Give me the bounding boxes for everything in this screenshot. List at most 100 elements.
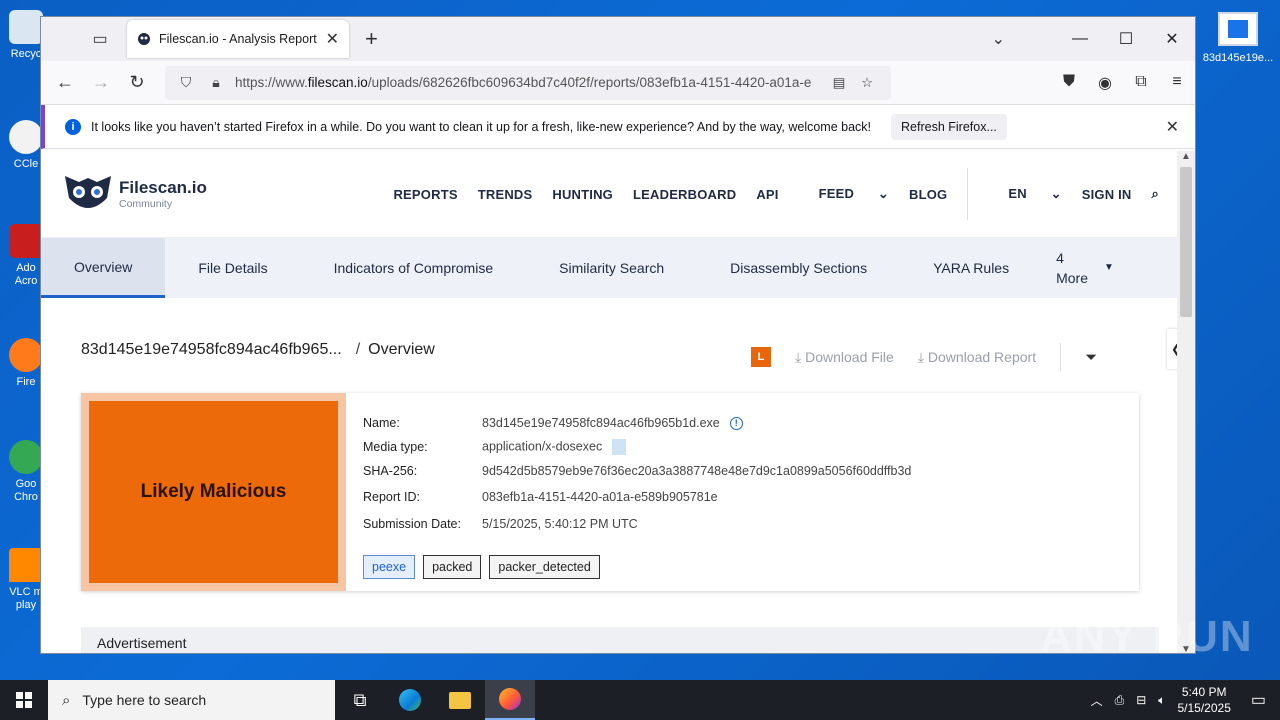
maximize-icon[interactable]: ☐ — [1103, 29, 1149, 49]
task-view-icon[interactable]: ⧉ — [335, 680, 385, 720]
close-window-icon[interactable]: ✕ — [1149, 29, 1195, 49]
page-content: Filescan.io Community REPORTS TRENDS HUN… — [41, 151, 1179, 653]
refresh-firefox-button[interactable]: Refresh Firefox... — [891, 113, 1007, 140]
download-icon: ⤓ — [917, 348, 925, 365]
nav-api[interactable]: API — [756, 187, 778, 202]
url-text[interactable]: https://www.filescan.io/uploads/682626fb… — [235, 75, 825, 90]
nav-trends[interactable]: TRENDS — [478, 187, 533, 202]
nav-blog[interactable]: BLOG — [909, 187, 947, 202]
nav-hunting[interactable]: HUNTING — [552, 187, 613, 202]
nav-leaderboard[interactable]: LEADERBOARD — [633, 187, 736, 202]
pocket-icon[interactable]: ⛊ — [1051, 73, 1087, 93]
main-nav: REPORTS TRENDS HUNTING LEADERBOARD API F… — [373, 168, 1179, 220]
tray-chevron-up-icon[interactable]: ︿ — [1091, 692, 1103, 709]
desktop-file-icon[interactable]: 83d145e19e... — [1200, 12, 1276, 64]
browser-tab[interactable]: Filescan.io - Analysis Report for ✕ — [127, 20, 349, 58]
notification-bar: i It looks like you haven’t started Fire… — [41, 105, 1195, 149]
desktop-label: VLC m play — [9, 586, 43, 611]
nav-reports[interactable]: REPORTS — [393, 187, 457, 202]
report-tabs: Overview File Details Indicators of Comp… — [41, 238, 1179, 298]
volume-icon[interactable]: 🔈︎ — [1158, 693, 1165, 708]
clock[interactable]: 5:40 PM 5/15/2025 — [1177, 684, 1230, 716]
close-tab-icon[interactable]: ✕ — [326, 29, 339, 49]
detail-row-media: Media type: application/x-dosexec — [363, 435, 911, 459]
breadcrumb: 83d145e19e74958fc894ac46fb965... / Overvie… — [81, 341, 435, 359]
tray-device-icon[interactable]: ⎙ — [1115, 693, 1125, 708]
media-value: application/x-dosexec — [482, 439, 627, 455]
nav-bar: ← → ↻ ⛉ 🔒︎ https://www.filescan.io/uploa… — [41, 61, 1195, 105]
search-icon: ⌕ — [62, 691, 71, 709]
desktop-label: CCle — [13, 158, 39, 170]
page-scrollbar[interactable]: ▲ ▼ — [1177, 151, 1195, 653]
window-controls: — ☐ ✕ — [1057, 17, 1195, 61]
tab-list-icon[interactable]: ▭ — [85, 24, 115, 54]
site-logo[interactable]: Filescan.io Community — [61, 172, 207, 216]
url-bar[interactable]: ⛉ 🔒︎ https://www.filescan.io/uploads/682… — [165, 65, 891, 100]
new-tab-icon[interactable]: + — [365, 26, 378, 52]
taskbar-search[interactable]: ⌕ Type here to search — [48, 680, 335, 720]
site-header: Filescan.io Community REPORTS TRENDS HUN… — [41, 151, 1179, 238]
download-file-button[interactable]: ⤓ Download File — [795, 349, 894, 366]
anyrun-watermark: ANY RUN — [1040, 612, 1254, 661]
edge-icon[interactable] — [385, 680, 435, 720]
sign-in-link[interactable]: SIGN IN — [1082, 187, 1132, 202]
tag[interactable]: packed — [423, 555, 482, 579]
date-value: 5/15/2025, 5:40:12 PM UTC — [482, 516, 638, 531]
bookmark-star-icon[interactable]: ☆ — [853, 75, 881, 91]
close-notification-icon[interactable]: ✕ — [1166, 117, 1179, 137]
network-icon[interactable]: ⊟ — [1136, 693, 1146, 707]
desktop-label: Fire — [16, 376, 36, 388]
filter-icon[interactable]: ⏷ — [1085, 349, 1097, 366]
tag[interactable]: packer_detected — [489, 555, 600, 579]
minimize-icon[interactable]: — — [1057, 30, 1103, 48]
tab-yara-rules[interactable]: YARA Rules — [900, 238, 1042, 298]
scroll-thumb[interactable] — [1180, 167, 1192, 317]
verdict-panel: Likely Malicious — [81, 393, 346, 591]
report-id-value[interactable]: 083efb1a-4151-4420-a01a-e589b905781e — [482, 490, 718, 504]
firefox-taskbar-icon[interactable] — [485, 680, 535, 720]
tab-similarity-search[interactable]: Similarity Search — [526, 238, 697, 298]
nav-feed[interactable]: FEED ⌄ — [799, 186, 889, 202]
search-placeholder: Type here to search — [82, 692, 207, 708]
scroll-up-icon[interactable]: ▲ — [1177, 151, 1195, 162]
menu-icon[interactable]: ≡ — [1159, 73, 1195, 93]
language-select[interactable]: EN ⌄ — [988, 186, 1061, 202]
extensions-icon[interactable]: ⧉ — [1123, 73, 1159, 93]
back-icon[interactable]: ← — [47, 72, 83, 93]
lock-icon[interactable]: 🔒︎ — [205, 74, 227, 91]
file-name: 83d145e19e74958fc894ac46fb965b1d.exe — [482, 415, 720, 430]
more-tabs-button[interactable]: 4 More ▼ — [1042, 238, 1114, 298]
download-report-label: Download Report — [927, 348, 1037, 365]
download-report-button[interactable]: ⤓ Download Report — [918, 349, 1036, 366]
tag[interactable]: peexe — [363, 555, 416, 579]
brand-sub: Community — [119, 198, 173, 210]
taskbar: ⌕ Type here to search ⧉ ︿ ⎙ ⊟ 🔈︎ 5:40 PM… — [0, 680, 1280, 720]
reload-icon[interactable]: ↻ — [119, 72, 155, 93]
search-icon[interactable]: ⌕ — [1152, 186, 1159, 202]
sha-value[interactable]: 9d542d5b8579eb9e76f36ec20a3a3887748e48e7… — [482, 464, 911, 478]
chevron-down-icon: ⌄ — [1050, 186, 1062, 201]
info-circle-icon[interactable]: ! — [729, 417, 743, 431]
forward-icon[interactable]: → — [83, 72, 119, 93]
tab-disassembly-sections[interactable]: Disassembly Sections — [697, 238, 900, 298]
account-icon[interactable]: ◉ — [1087, 73, 1123, 93]
report-id-key: Report ID: — [363, 489, 420, 504]
shield-icon[interactable]: ⛉ — [175, 74, 197, 91]
tab-iocs[interactable]: Indicators of Compromise — [301, 238, 527, 298]
list-all-tabs-icon[interactable]: ⌄ — [992, 29, 1005, 49]
detail-row-date: Submission Date: 5/15/2025, 5:40:12 PM U… — [363, 510, 911, 537]
notifications-icon[interactable]: ▭ — [1251, 690, 1266, 710]
actions-divider — [1060, 343, 1062, 371]
tab-file-details[interactable]: File Details — [165, 238, 300, 298]
detail-row-name: Name: 83d145e19e74958fc894ac46fb965b1d.e… — [363, 411, 911, 435]
tab-bar: ▭ Filescan.io - Analysis Report for ✕ + … — [41, 17, 1195, 61]
tab-overview[interactable]: Overview — [41, 238, 166, 298]
verdict-label: Likely Malicious — [89, 401, 338, 583]
start-button[interactable] — [0, 680, 48, 720]
reader-view-icon[interactable]: ▤ — [825, 75, 853, 91]
name-key: Name: — [363, 416, 400, 430]
desktop-label: Goo Chro — [14, 478, 38, 503]
file-explorer-icon[interactable] — [435, 680, 485, 720]
breadcrumb-file[interactable]: 83d145e19e74958fc894ac46fb965... — [81, 341, 342, 358]
tab-title: Filescan.io - Analysis Report for — [159, 32, 318, 46]
